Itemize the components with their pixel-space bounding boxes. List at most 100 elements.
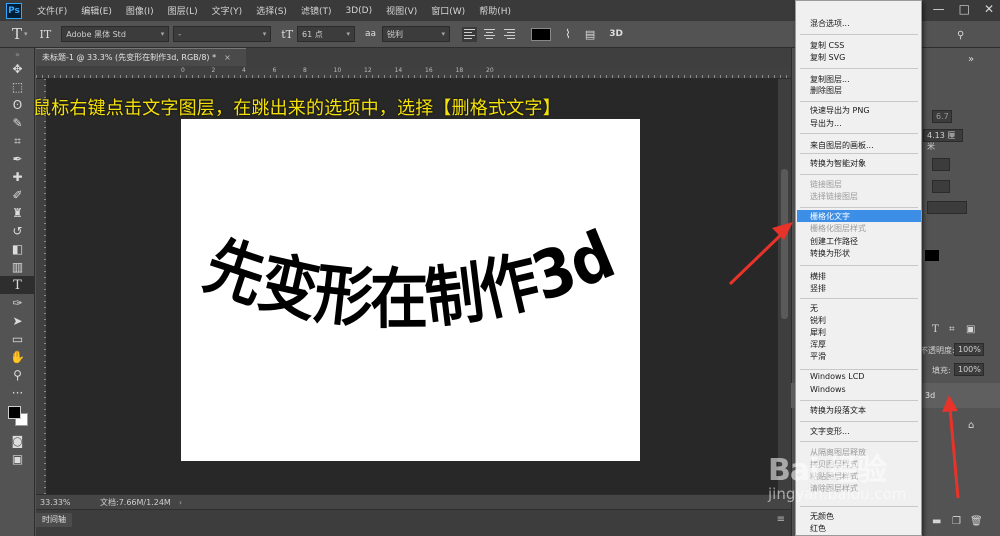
- search-icon[interactable]: ⚲: [957, 30, 964, 41]
- marquee-tool-icon[interactable]: ⬚: [0, 78, 35, 96]
- stamp-tool-icon[interactable]: ♜: [0, 204, 35, 222]
- context-menu-item[interactable]: 犀利: [810, 327, 826, 339]
- color-swatches[interactable]: [0, 402, 35, 432]
- property-field-1[interactable]: [932, 158, 950, 171]
- 3d-button[interactable]: 3D: [609, 29, 623, 39]
- timeline-menu-icon[interactable]: ≡: [777, 514, 785, 525]
- measure-field[interactable]: 4.13 厘米: [923, 129, 963, 151]
- context-menu-item[interactable]: 混合选项...: [810, 18, 850, 30]
- warped-text-layer[interactable]: 先变形在制作3d: [181, 119, 640, 461]
- zoom-level[interactable]: 33.33%: [40, 498, 80, 507]
- path-select-tool-icon[interactable]: ➤: [0, 312, 35, 330]
- context-menu-item[interactable]: Windows LCD: [810, 371, 864, 383]
- character-panel-icon[interactable]: ▤: [585, 28, 595, 41]
- context-menu-item[interactable]: 浑厚: [810, 339, 826, 351]
- font-style-select[interactable]: - ▾: [173, 26, 272, 42]
- menu-item-rasterize-type[interactable]: 栅格化文字: [810, 211, 850, 223]
- crop-tool-icon[interactable]: ⌗: [0, 132, 35, 150]
- context-menu-item[interactable]: 来自图层的画板...: [810, 140, 874, 152]
- panel-collapse-icon[interactable]: »: [968, 54, 974, 65]
- filter-shape-icon[interactable]: ⌗: [949, 324, 955, 335]
- filter-smart-icon[interactable]: ▣: [966, 324, 975, 335]
- toggle-orientation-icon[interactable]: IT: [40, 28, 52, 41]
- fill-field[interactable]: 100%: [954, 363, 984, 376]
- font-size-select[interactable]: 61 点 ▾: [296, 26, 355, 42]
- context-menu-item[interactable]: 平滑: [810, 351, 826, 363]
- maximize-icon[interactable]: □: [959, 2, 970, 16]
- context-menu-item[interactable]: 无颜色: [810, 511, 834, 523]
- scrollbar-thumb[interactable]: [781, 169, 788, 319]
- vertical-scrollbar[interactable]: [777, 79, 791, 494]
- shape-tool-icon[interactable]: ▭: [0, 330, 35, 348]
- gradient-tool-icon[interactable]: ▥: [0, 258, 35, 276]
- foreground-color-icon[interactable]: [8, 406, 21, 419]
- context-menu-item[interactable]: 横排: [810, 271, 826, 283]
- text-color-swatch[interactable]: [531, 27, 552, 41]
- brush-tool-icon[interactable]: ✐: [0, 186, 35, 204]
- quick-mask-icon[interactable]: ◙: [0, 432, 35, 450]
- menu-file[interactable]: 文件(F): [30, 4, 74, 17]
- menu-filter[interactable]: 滤镜(T): [294, 4, 339, 17]
- more-tools-icon[interactable]: ···: [0, 384, 35, 402]
- menu-image[interactable]: 图像(I): [119, 4, 161, 17]
- delete-layer-icon[interactable]: 🗑: [970, 516, 983, 527]
- menu-type[interactable]: 文字(Y): [205, 4, 250, 17]
- type-tool-icon[interactable]: T: [0, 276, 35, 294]
- menu-view[interactable]: 视图(V): [379, 4, 424, 17]
- close-document-icon[interactable]: ×: [224, 53, 231, 62]
- property-select[interactable]: [927, 201, 967, 214]
- context-menu-item[interactable]: 无: [810, 303, 818, 315]
- context-menu-item[interactable]: 文字变形...: [810, 426, 850, 438]
- context-menu-item[interactable]: 锐利: [810, 315, 826, 327]
- eraser-tool-icon[interactable]: ◧: [0, 240, 35, 258]
- timeline-tab[interactable]: 时间轴: [36, 513, 72, 527]
- minimize-icon[interactable]: —: [933, 2, 945, 16]
- context-menu-item[interactable]: 复制 SVG: [810, 52, 845, 64]
- context-menu-item[interactable]: 创建工作路径: [810, 236, 858, 248]
- eyedropper-tool-icon[interactable]: ✒: [0, 150, 35, 168]
- opacity-field[interactable]: 100%: [954, 343, 984, 356]
- healing-brush-tool-icon[interactable]: ✚: [0, 168, 35, 186]
- context-menu-item[interactable]: 导出为...: [810, 118, 842, 130]
- history-brush-tool-icon[interactable]: ↺: [0, 222, 35, 240]
- context-menu-item[interactable]: Windows: [810, 384, 846, 396]
- width-field[interactable]: 6.7: [932, 110, 952, 123]
- new-layer-icon[interactable]: ❐: [952, 516, 961, 527]
- context-menu-item[interactable]: 转换为形状: [810, 248, 850, 260]
- preset-caret-icon[interactable]: ▾: [24, 30, 28, 38]
- property-field-2[interactable]: [932, 180, 950, 193]
- context-menu-item[interactable]: 复制 CSS: [810, 40, 844, 52]
- menu-help[interactable]: 帮助(H): [472, 4, 518, 17]
- type-tool-preset-icon[interactable]: T: [12, 25, 22, 43]
- menu-edit[interactable]: 编辑(E): [74, 4, 119, 17]
- context-menu-item[interactable]: 红色: [810, 523, 826, 535]
- warp-text-icon[interactable]: ⌇: [565, 27, 571, 41]
- document-canvas[interactable]: 先变形在制作3d: [181, 119, 640, 461]
- align-center-icon[interactable]: [482, 27, 497, 42]
- menu-window[interactable]: 窗口(W): [424, 4, 472, 17]
- screen-mode-icon[interactable]: ▣: [0, 450, 35, 468]
- zoom-tool-icon[interactable]: ⚲: [0, 366, 35, 384]
- quick-select-tool-icon[interactable]: ✎: [0, 114, 35, 132]
- document-tab[interactable]: 未标题-1 @ 33.3% (先变形在制作3d, RGB/8) * ×: [36, 48, 246, 66]
- menu-select[interactable]: 选择(S): [249, 4, 294, 17]
- pen-tool-icon[interactable]: ✑: [0, 294, 35, 312]
- menu-3d[interactable]: 3D(D): [338, 6, 379, 16]
- lasso-tool-icon[interactable]: ʘ: [0, 96, 35, 114]
- anti-alias-select[interactable]: 锐利 ▾: [382, 26, 451, 42]
- move-tool-icon[interactable]: ✥: [0, 60, 35, 78]
- font-family-select[interactable]: Adobe 黑体 Std ▾: [61, 26, 170, 42]
- close-window-icon[interactable]: ✕: [984, 2, 994, 16]
- menu-layer[interactable]: 图层(L): [161, 4, 205, 17]
- hand-tool-icon[interactable]: ✋: [0, 348, 35, 366]
- context-menu-item[interactable]: 转换为段落文本: [810, 405, 866, 417]
- new-group-icon[interactable]: ▬: [932, 516, 941, 527]
- color-chip[interactable]: [925, 250, 939, 261]
- context-menu-item[interactable]: 删除图层: [810, 85, 842, 97]
- tools-collapse-icon[interactable]: »: [0, 48, 35, 60]
- align-left-icon[interactable]: [462, 26, 478, 42]
- context-menu-item[interactable]: 转换为智能对象: [810, 158, 866, 170]
- context-menu-item[interactable]: 快速导出为 PNG: [810, 105, 870, 117]
- filter-type-icon[interactable]: T: [932, 324, 939, 335]
- status-menu-arrow-icon[interactable]: ›: [179, 498, 182, 507]
